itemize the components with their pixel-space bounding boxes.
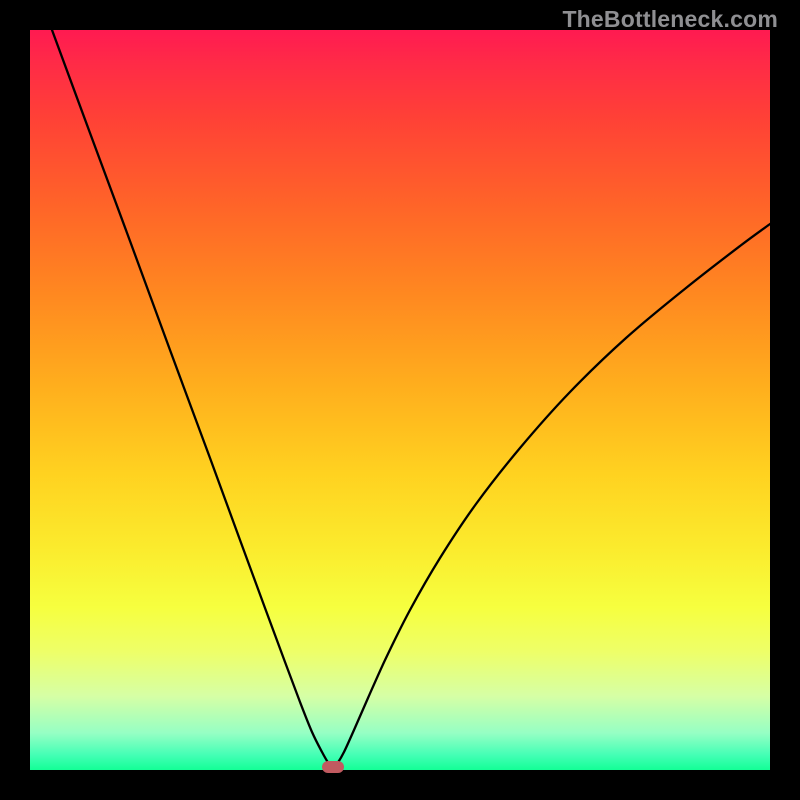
chart-container: TheBottleneck.com [0,0,800,800]
min-marker [322,761,344,773]
curve-svg [30,30,770,770]
bottleneck-curve [52,30,770,768]
plot-area [30,30,770,770]
watermark: TheBottleneck.com [562,6,778,33]
